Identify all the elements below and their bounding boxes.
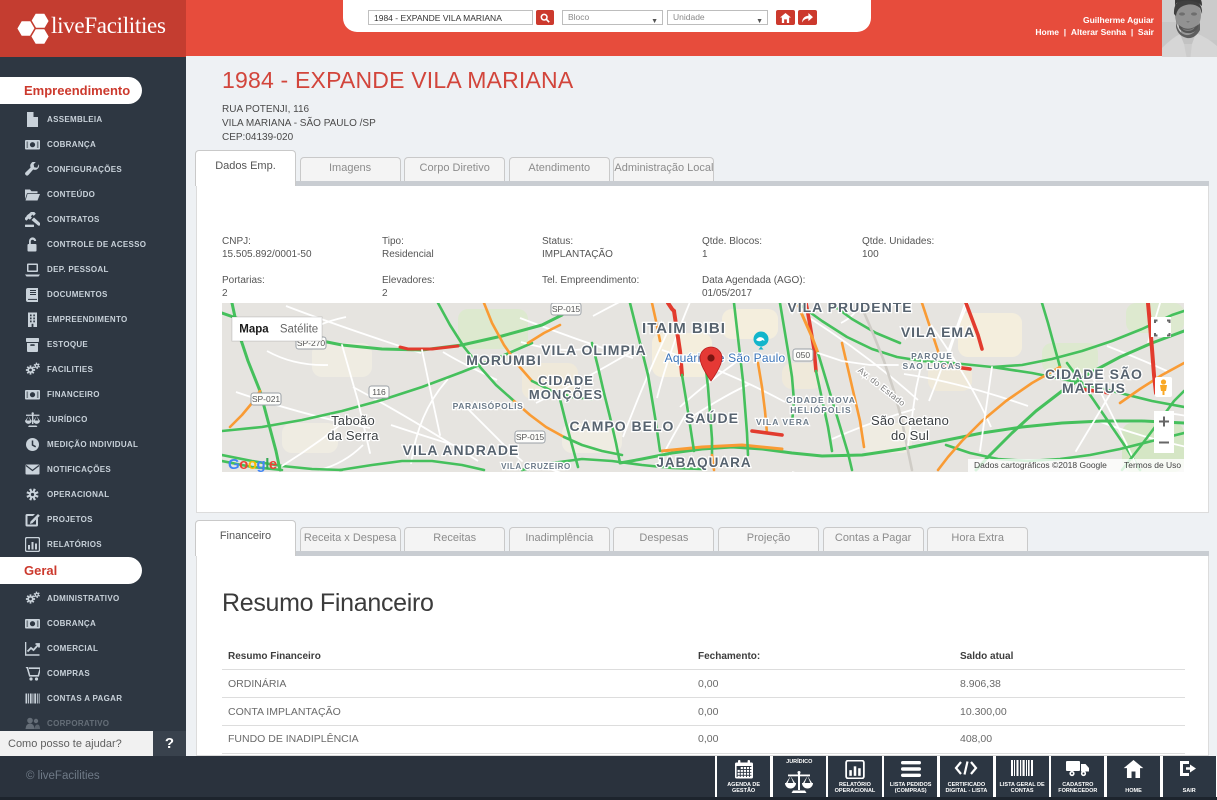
svg-text:VILA PRUDENTE: VILA PRUDENTE	[787, 303, 912, 315]
svg-text:VILA OLIMPIA: VILA OLIMPIA	[541, 342, 647, 358]
svg-text:JABAQUARA: JABAQUARA	[656, 455, 751, 470]
svg-text:da Serra: da Serra	[327, 428, 379, 443]
svg-text:VILA ANDRADE: VILA ANDRADE	[403, 442, 520, 458]
svg-text:Aquário de São Paulo: Aquário de São Paulo	[665, 351, 786, 365]
svg-text:VILA CRUZEIRO: VILA CRUZEIRO	[501, 462, 571, 471]
svg-text:ITAIM BIBI: ITAIM BIBI	[642, 320, 726, 337]
svg-text:116: 116	[372, 387, 386, 397]
svg-text:Termos de Uso: Termos de Uso	[1124, 460, 1181, 470]
svg-text:SAÚDE: SAÚDE	[685, 409, 739, 426]
svg-text:Taboão: Taboão	[331, 413, 375, 428]
svg-text:MATEUS: MATEUS	[1062, 380, 1126, 396]
svg-text:CAMPO BELO: CAMPO BELO	[570, 418, 675, 434]
svg-text:050: 050	[796, 350, 810, 360]
svg-text:SAO LUCAS: SAO LUCAS	[902, 361, 961, 371]
svg-text:São Caetano: São Caetano	[871, 413, 949, 428]
svg-text:SP-015: SP-015	[552, 304, 581, 314]
svg-text:HELIÓPOLIS: HELIÓPOLIS	[790, 404, 851, 415]
svg-text:Mapa: Mapa	[239, 324, 269, 336]
svg-text:VILA EMA: VILA EMA	[901, 324, 975, 340]
svg-text:PARAISÓPOLIS: PARAISÓPOLIS	[453, 400, 524, 411]
svg-text:MONÇÕES: MONÇÕES	[529, 387, 603, 402]
svg-text:VILA VERA: VILA VERA	[756, 417, 810, 427]
svg-text:MORUMBI: MORUMBI	[466, 352, 541, 368]
svg-text:Google: Google	[228, 456, 277, 472]
svg-text:Satélite: Satélite	[280, 324, 318, 336]
svg-text:SP-015: SP-015	[516, 432, 545, 442]
svg-text:Dados cartográficos ©2018 Goog: Dados cartográficos ©2018 Google	[974, 460, 1107, 470]
svg-text:do Sul: do Sul	[891, 428, 929, 443]
svg-text:CIDADE NOVA: CIDADE NOVA	[786, 395, 856, 405]
svg-text:CIDADE: CIDADE	[538, 373, 594, 388]
svg-text:SP-021: SP-021	[252, 394, 281, 404]
svg-text:PARQUE: PARQUE	[911, 351, 953, 361]
